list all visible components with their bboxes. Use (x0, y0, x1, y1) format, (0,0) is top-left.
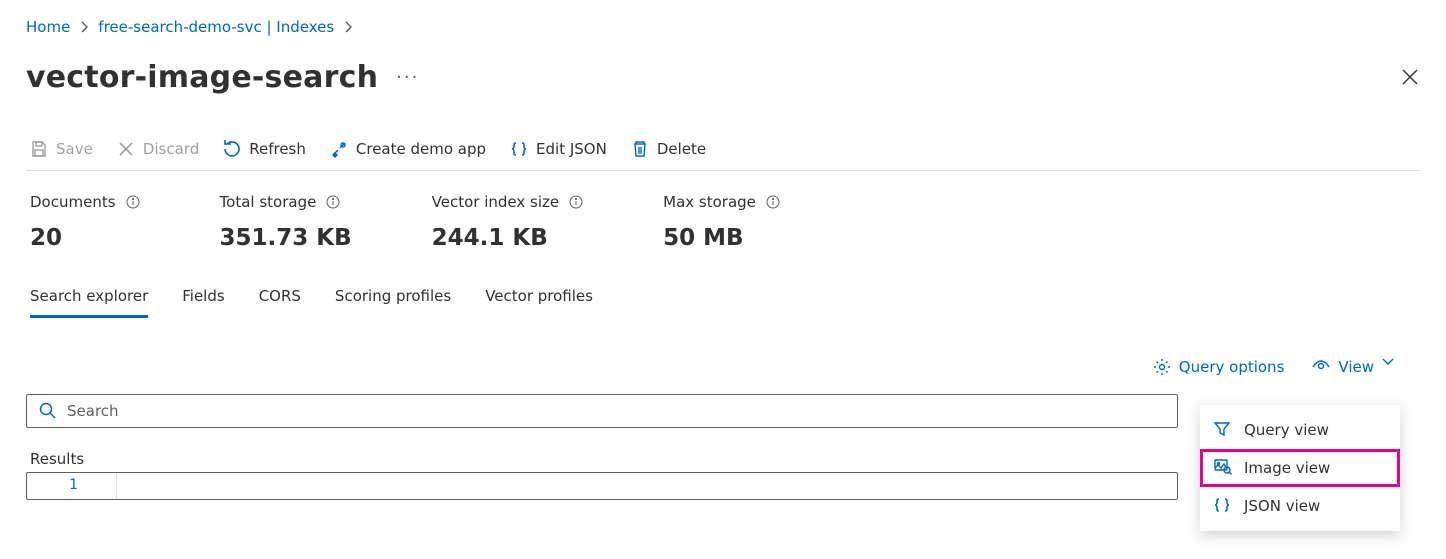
view-label: View (1338, 358, 1374, 376)
view-menu: Query view Image view JSON view (1200, 405, 1400, 531)
stat-vector-index-label: Vector index size (432, 193, 559, 211)
refresh-label: Refresh (249, 140, 306, 158)
chevron-right-icon (80, 21, 88, 33)
refresh-icon (223, 140, 241, 158)
delete-label: Delete (657, 140, 706, 158)
info-icon[interactable] (569, 195, 583, 209)
stat-max-storage: Max storage 50 MB (663, 193, 780, 251)
discard-button: Discard (117, 140, 199, 158)
eye-icon (1312, 358, 1330, 376)
menu-item-image-view-label: Image view (1244, 459, 1330, 477)
title-row: vector-image-search ··· (26, 60, 1420, 95)
stats-row: Documents 20 Total storage 351.73 KB Vec… (26, 193, 1420, 251)
view-button[interactable]: View (1312, 358, 1400, 376)
menu-item-json-view-label: JSON view (1244, 497, 1320, 515)
braces-icon (1214, 497, 1232, 515)
delete-button[interactable]: Delete (631, 140, 706, 158)
stat-documents-label: Documents (30, 193, 116, 211)
menu-item-json-view[interactable]: JSON view (1200, 487, 1400, 525)
results-line-number: 1 (27, 473, 117, 499)
options-row: Query options View (26, 358, 1420, 376)
chevron-right-icon (344, 21, 352, 33)
menu-item-query-view[interactable]: Query view (1200, 411, 1400, 449)
image-search-icon (1214, 459, 1232, 477)
breadcrumb-home[interactable]: Home (26, 18, 70, 36)
tab-search-explorer[interactable]: Search explorer (30, 287, 148, 318)
breadcrumb-service[interactable]: free-search-demo-svc | Indexes (98, 18, 334, 36)
info-icon[interactable] (326, 195, 340, 209)
gear-icon (1153, 358, 1171, 376)
close-icon (117, 140, 135, 158)
stat-total-storage-value: 351.73 KB (220, 225, 352, 251)
discard-label: Discard (143, 140, 199, 158)
search-container[interactable] (26, 394, 1178, 428)
delete-icon (631, 140, 649, 158)
info-icon[interactable] (766, 195, 780, 209)
save-label: Save (56, 140, 93, 158)
tools-icon (330, 140, 348, 158)
stat-max-storage-value: 50 MB (663, 225, 780, 251)
braces-icon (510, 140, 528, 158)
tab-cors[interactable]: CORS (259, 287, 301, 318)
close-button[interactable] (1402, 69, 1420, 87)
search-input[interactable] (67, 402, 1165, 420)
results-box: 1 (26, 472, 1178, 500)
stat-total-storage-label: Total storage (220, 193, 317, 211)
create-demo-label: Create demo app (356, 140, 486, 158)
info-icon[interactable] (126, 195, 140, 209)
search-icon (39, 402, 57, 420)
toolbar: Save Discard Refresh Create demo app Edi… (26, 140, 1420, 171)
create-demo-button[interactable]: Create demo app (330, 140, 486, 158)
menu-item-query-view-label: Query view (1244, 421, 1329, 439)
refresh-button[interactable]: Refresh (223, 140, 306, 158)
filter-icon (1214, 421, 1232, 439)
more-actions-button[interactable]: ··· (396, 69, 419, 87)
save-button: Save (30, 140, 93, 158)
stat-max-storage-label: Max storage (663, 193, 756, 211)
stat-vector-index-value: 244.1 KB (432, 225, 583, 251)
edit-json-button[interactable]: Edit JSON (510, 140, 607, 158)
menu-item-image-view[interactable]: Image view (1200, 449, 1400, 487)
stat-documents-value: 20 (30, 225, 140, 251)
tab-fields[interactable]: Fields (182, 287, 224, 318)
tab-vector-profiles[interactable]: Vector profiles (485, 287, 593, 318)
page-title: vector-image-search (26, 60, 378, 95)
tab-scoring-profiles[interactable]: Scoring profiles (335, 287, 451, 318)
results-content[interactable] (117, 473, 1177, 499)
stat-total-storage: Total storage 351.73 KB (220, 193, 352, 251)
stat-vector-index: Vector index size 244.1 KB (432, 193, 583, 251)
chevron-down-icon (1382, 358, 1400, 376)
breadcrumb: Home free-search-demo-svc | Indexes (26, 18, 1420, 36)
edit-json-label: Edit JSON (536, 140, 607, 158)
tab-bar: Search explorer Fields CORS Scoring prof… (26, 287, 1420, 318)
stat-documents: Documents 20 (30, 193, 140, 251)
save-icon (30, 140, 48, 158)
query-options-label: Query options (1179, 358, 1285, 376)
query-options-button[interactable]: Query options (1153, 358, 1285, 376)
